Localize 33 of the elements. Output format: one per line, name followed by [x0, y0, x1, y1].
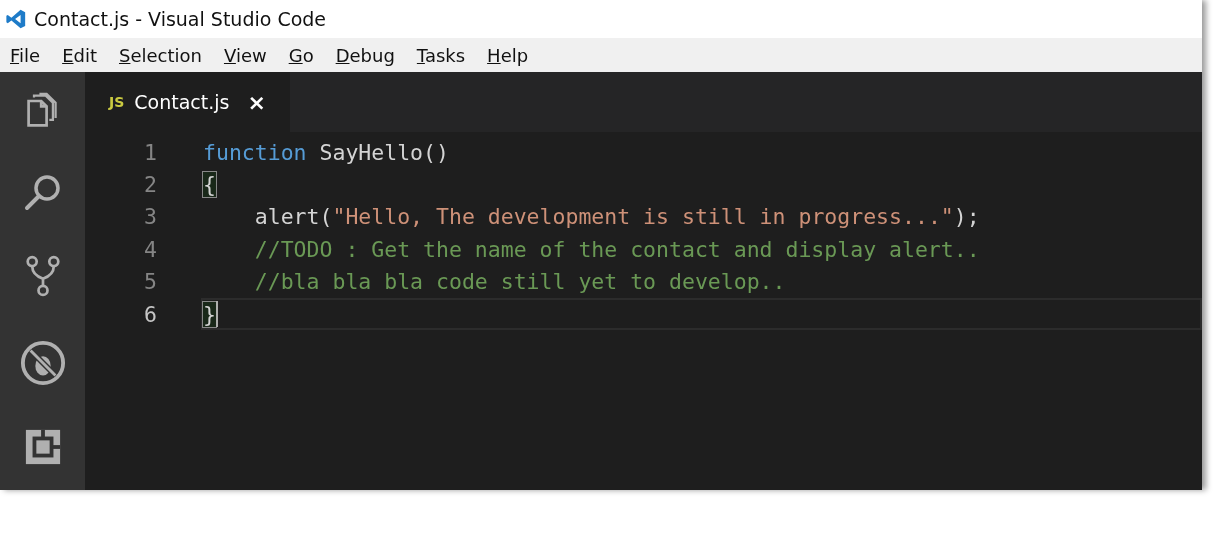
- search-icon[interactable]: [22, 172, 63, 212]
- line-number: 2: [143, 172, 158, 198]
- line-number: 3: [143, 204, 158, 230]
- no-bug-icon[interactable]: [19, 340, 66, 386]
- app-logo-icon: [4, 8, 28, 30]
- code-token: //bla bla bla code still yet to develop..: [253, 269, 786, 295]
- menu-item[interactable]: Help: [487, 44, 529, 66]
- code-token: //TODO : Get the name of the contact and display alert..: [253, 236, 980, 262]
- menu-item[interactable]: Edit: [62, 44, 97, 66]
- menu-item[interactable]: Selection: [119, 44, 202, 66]
- code-token: {: [203, 172, 216, 198]
- code-token: alert(: [253, 204, 333, 230]
- code-token: }: [203, 301, 216, 327]
- window-title: Contact.js - Visual Studio Code: [34, 8, 327, 30]
- js-file-icon: JS: [109, 94, 125, 110]
- menu-item[interactable]: View: [223, 44, 267, 66]
- text-cursor: [215, 301, 218, 328]
- menu-item[interactable]: Tasks: [416, 44, 466, 66]
- code-token: SayHello(): [318, 139, 449, 165]
- branch-icon[interactable]: [24, 254, 61, 298]
- code-token: function: [203, 139, 307, 165]
- menu-item[interactable]: File: [10, 44, 41, 66]
- code-token: "Hello, The development is still in progress...": [332, 204, 954, 230]
- line-number: 1: [143, 139, 158, 165]
- file-tab[interactable]: JS Contact.js ×: [85, 72, 290, 132]
- code-token: );: [953, 204, 980, 230]
- menu-item[interactable]: Go: [288, 44, 314, 66]
- line-number: 4: [143, 236, 158, 262]
- line-number: 5: [143, 269, 158, 295]
- menu-item[interactable]: Debug: [335, 44, 395, 66]
- close-button[interactable]: ×: [247, 89, 266, 115]
- line-number: 6: [143, 301, 158, 327]
- extensions-icon[interactable]: [23, 428, 62, 466]
